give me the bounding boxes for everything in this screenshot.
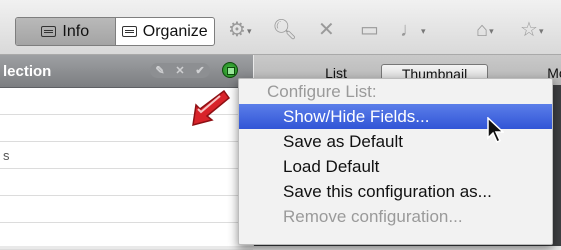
mouse-cursor-icon [487, 117, 504, 143]
edit-icon[interactable]: ✎ [155, 64, 164, 77]
info-icon [41, 26, 57, 37]
menu-item-save-configuration-as[interactable]: Save this configuration as... [239, 179, 552, 204]
menu-item-load-default[interactable]: Load Default [239, 154, 552, 179]
home-icon[interactable]: ⌂▾ [476, 20, 494, 41]
menu-item-show-hide-fields[interactable]: Show/Hide Fields... [239, 104, 552, 129]
check-icon[interactable]: ✔ [195, 64, 204, 77]
red-arrow-annotation [192, 89, 230, 127]
page-search-icon[interactable]: 🔍︎ [272, 20, 297, 40]
info-button[interactable]: Info [16, 18, 115, 45]
gear-icon[interactable]: ⚙▾ [228, 20, 251, 41]
organize-icon [121, 26, 137, 37]
menu-item-remove-configuration: Remove configuration... [283, 206, 463, 226]
header-controls: ✎ ✕ ✔ [150, 63, 210, 78]
info-button-label: Info [62, 22, 90, 40]
left-panel: lection ✎ ✕ ✔ s [0, 55, 253, 250]
list-item[interactable]: s [0, 142, 253, 169]
configure-list-button[interactable] [222, 62, 238, 78]
menu-item-save-as-default[interactable]: Save as Default [239, 129, 552, 154]
configure-list-menu: Configure List: Show/Hide Fields... Save… [238, 78, 553, 245]
left-panel-header: lection ✎ ✕ ✔ [0, 55, 253, 88]
view-segmented-control: Info Organize [15, 17, 215, 46]
star-home-icon[interactable]: ☆▾ [520, 20, 543, 41]
menu-header: Configure List: [267, 81, 377, 101]
organize-button-label: Organize [142, 22, 208, 40]
list-item[interactable] [0, 196, 253, 223]
remove-icon[interactable]: ✕ [175, 64, 184, 77]
list-item[interactable] [0, 169, 253, 196]
delete-x-icon[interactable]: ✕ [318, 20, 335, 40]
preview-icon[interactable]: ▭ [360, 20, 379, 40]
toolbar: Info Organize ⚙▾ 🔍︎ ✕ ▭ ♩▾ ⌂▾ ☆▾ [0, 0, 561, 55]
panel-title: lection [3, 62, 52, 80]
organize-button[interactable]: Organize [114, 18, 215, 45]
microphone-icon[interactable]: ♩▾ [400, 20, 426, 41]
